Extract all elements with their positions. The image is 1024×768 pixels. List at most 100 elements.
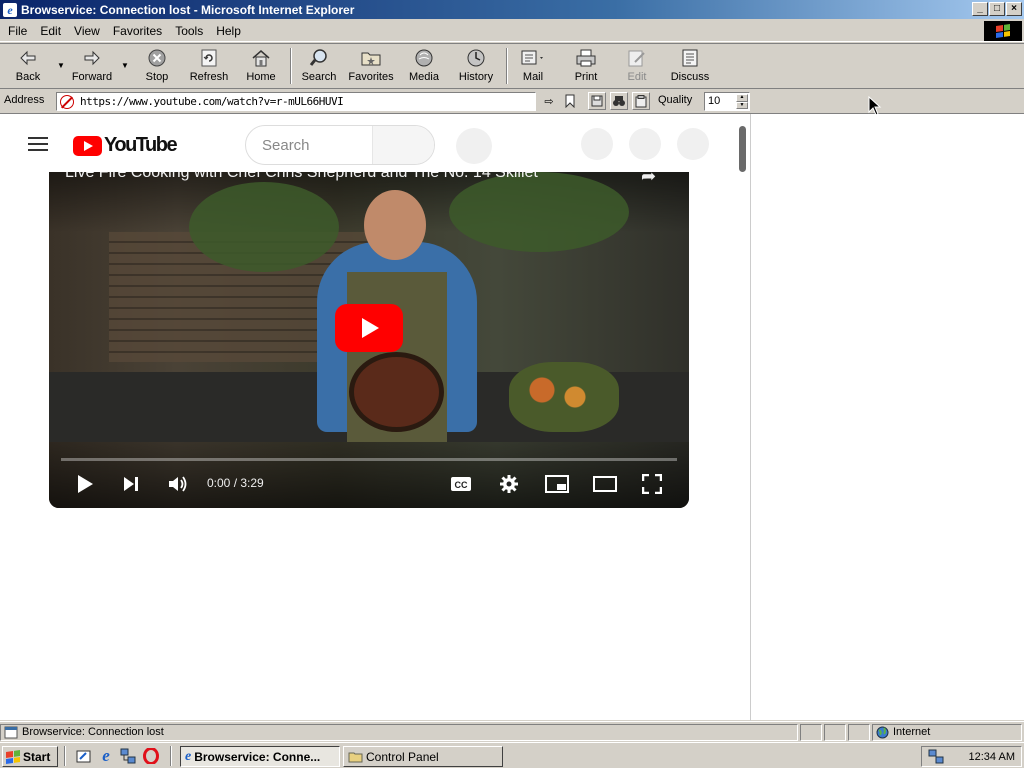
forward-button[interactable]: Forward — [68, 47, 116, 87]
play-icon[interactable] — [73, 472, 97, 496]
find-icon[interactable] — [610, 92, 628, 110]
title-bar[interactable]: e Browservice: Connection lost - Microso… — [0, 0, 1024, 19]
opera-icon[interactable] — [143, 748, 159, 764]
start-label: Start — [23, 749, 51, 764]
start-button[interactable]: Start — [2, 746, 58, 767]
youtube-search-placeholder: Search — [262, 137, 310, 154]
mouse-cursor-icon — [868, 96, 882, 116]
settings-gear-icon[interactable] — [497, 472, 521, 496]
next-icon[interactable] — [119, 472, 143, 496]
quality-up-icon[interactable]: ▲ — [736, 94, 748, 102]
print-button[interactable]: Print — [568, 47, 604, 87]
favorites-button[interactable]: Favorites — [345, 47, 397, 87]
page-scrollbar-thumb[interactable] — [739, 126, 746, 172]
globe-icon — [876, 726, 889, 739]
status-bar: Browservice: Connection lost Internet — [0, 721, 1024, 741]
home-button[interactable]: Home — [242, 47, 280, 87]
quality-down-icon[interactable]: ▼ — [736, 101, 748, 109]
status-panel-empty — [824, 724, 846, 741]
bookmark-icon[interactable] — [561, 92, 579, 110]
taskbar-item-label: Browservice: Conne... — [194, 749, 321, 764]
tree-foliage — [449, 172, 629, 252]
mail-button[interactable]: Mail — [515, 47, 551, 87]
history-button[interactable]: History — [454, 47, 498, 87]
notifications-placeholder-icon[interactable] — [629, 128, 661, 160]
youtube-wordmark: YouTube — [104, 134, 178, 156]
taskbar-item-browservice[interactable]: e Browservice: Conne... — [180, 746, 340, 767]
ie-small-icon: e — [185, 748, 192, 764]
share-icon[interactable]: ➦ — [641, 172, 663, 186]
skillet — [349, 352, 444, 432]
quality-spinbox[interactable]: 10 ▲ ▼ — [704, 92, 750, 111]
status-panel-empty — [848, 724, 870, 741]
youtube-search-box[interactable]: Search — [245, 125, 435, 165]
minimize-button[interactable]: _ — [972, 2, 988, 16]
search-button[interactable]: Search — [298, 47, 340, 87]
stop-button[interactable]: Stop — [138, 47, 176, 87]
status-text-panel: Browservice: Connection lost — [0, 724, 798, 741]
save-page-icon[interactable] — [588, 92, 606, 110]
taskbar-separator — [64, 746, 66, 766]
discuss-icon — [668, 47, 712, 69]
clipboard-icon[interactable] — [632, 92, 650, 110]
captions-icon[interactable]: CC — [449, 472, 473, 496]
status-text: Browservice: Connection lost — [22, 726, 164, 738]
create-placeholder-icon[interactable] — [581, 128, 613, 160]
discuss-button[interactable]: Discuss — [668, 47, 712, 87]
mail-icon — [515, 47, 551, 69]
quality-label: Quality — [658, 94, 693, 106]
clock[interactable]: 12:34 AM — [969, 751, 1015, 763]
youtube-search-button[interactable] — [372, 126, 434, 164]
theater-mode-icon[interactable] — [591, 472, 619, 496]
quality-spinner[interactable]: ▲ ▼ — [736, 94, 748, 109]
address-url[interactable]: https://www.youtube.com/watch?v=r-mUL66H… — [80, 95, 344, 108]
flower-pot — [509, 362, 619, 432]
voice-search-placeholder-icon[interactable] — [456, 128, 492, 164]
hamburger-menu-icon[interactable] — [28, 137, 48, 151]
show-desktop-icon[interactable] — [76, 748, 92, 764]
edit-icon — [620, 47, 654, 69]
status-panel-empty — [800, 724, 822, 741]
stop-icon — [138, 47, 176, 69]
fullscreen-icon[interactable] — [639, 472, 665, 496]
big-play-button[interactable] — [335, 304, 403, 352]
progress-bar[interactable] — [61, 458, 677, 461]
close-button[interactable]: × — [1006, 2, 1022, 16]
youtube-logo[interactable]: YouTube — [73, 134, 178, 157]
media-button[interactable]: Media — [404, 47, 444, 87]
menu-file[interactable]: File — [8, 24, 27, 38]
magnifier-icon — [298, 47, 340, 69]
go-arrow-icon[interactable]: ⇨ — [540, 92, 558, 110]
media-icon — [404, 47, 444, 69]
address-input[interactable]: https://www.youtube.com/watch?v=r-mUL66H… — [56, 92, 536, 111]
menu-edit[interactable]: Edit — [40, 24, 61, 38]
menu-view[interactable]: View — [74, 24, 100, 38]
menu-tools[interactable]: Tools — [175, 24, 203, 38]
video-player[interactable]: Live Fire Cooking with Chef Chris Shephe… — [49, 172, 689, 508]
refresh-button[interactable]: Refresh — [186, 47, 232, 87]
miniplayer-icon[interactable] — [543, 472, 571, 496]
taskbar-item-control-panel[interactable]: Control Panel — [343, 746, 503, 767]
back-dropdown-icon[interactable]: ▼ — [57, 61, 65, 70]
forward-dropdown-icon[interactable]: ▼ — [121, 61, 129, 70]
toolbar-separator — [506, 48, 508, 84]
control-panel-icon — [348, 752, 363, 763]
menu-help[interactable]: Help — [216, 24, 241, 38]
quality-value[interactable]: 10 — [708, 95, 720, 107]
browser-viewport[interactable]: YouTube Search Live Fire Cooking with Ch… — [0, 113, 1024, 721]
menu-favorites[interactable]: Favorites — [113, 24, 162, 38]
avatar-placeholder-icon[interactable] — [677, 128, 709, 160]
address-bar: Address https://www.youtube.com/watch?v=… — [0, 90, 752, 112]
network-icon[interactable] — [120, 748, 136, 764]
back-button[interactable]: Back — [8, 47, 48, 87]
refresh-icon — [186, 47, 232, 69]
taskbar-separator — [170, 746, 172, 766]
video-title[interactable]: Live Fire Cooking with Chef Chris Shephe… — [65, 172, 625, 182]
edit-button[interactable]: Edit — [620, 47, 654, 87]
menu-bar: File Edit View Favorites Tools Help — [0, 20, 1024, 42]
standard-toolbar: Back ▼ Forward ▼ Stop Refresh Home Searc… — [0, 43, 1024, 89]
internet-explorer-icon[interactable]: e — [98, 746, 114, 765]
remote-page-frame[interactable]: YouTube Search Live Fire Cooking with Ch… — [0, 114, 751, 721]
volume-icon[interactable] — [165, 472, 191, 496]
maximize-button[interactable]: □ — [989, 2, 1005, 16]
